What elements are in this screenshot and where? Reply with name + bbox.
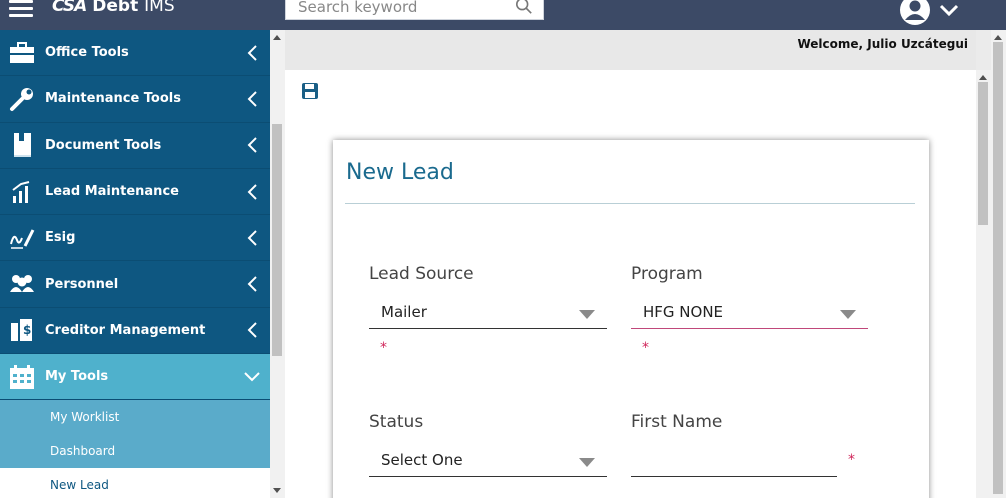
status-label: Status xyxy=(369,412,424,432)
title-divider xyxy=(345,203,915,204)
sidebar-item-esig[interactable]: Esig xyxy=(0,215,270,262)
scroll-up-icon[interactable] xyxy=(273,35,281,40)
logo-mark: CSA xyxy=(52,0,87,16)
sidebar-item-document-tools[interactable]: Document Tools xyxy=(0,123,270,169)
top-bar: CSA Debt IMS xyxy=(0,0,1006,30)
sidebar-subitem-my-worklist[interactable]: My Worklist xyxy=(0,400,270,435)
sidebar-item-label: Creditor Management xyxy=(45,322,206,338)
page-scrollbar[interactable] xyxy=(991,30,1006,498)
chart-icon xyxy=(9,179,35,205)
new-lead-card: New Lead Lead Source Mailer * Program HF… xyxy=(333,140,929,498)
sidebar-item-label: Esig xyxy=(45,230,76,246)
sidebar-item-label: My Tools xyxy=(45,369,109,385)
scrollbar-thumb[interactable] xyxy=(272,124,282,356)
scroll-up-icon[interactable] xyxy=(994,35,1002,40)
search-input[interactable] xyxy=(286,0,506,19)
status-select[interactable]: Select One xyxy=(369,444,607,477)
status-value: Select One xyxy=(381,451,463,469)
sidebar-item-office-tools[interactable]: Office Tools xyxy=(0,30,270,77)
save-icon[interactable] xyxy=(301,82,319,100)
sidebar-item-label: Office Tools xyxy=(45,45,129,61)
sidebar-item-personnel[interactable]: Personnel xyxy=(0,261,270,308)
sidebar-subitem-new-lead[interactable]: New Lead xyxy=(0,468,270,498)
dropdown-caret-icon xyxy=(579,310,595,319)
user-menu[interactable] xyxy=(899,0,961,26)
app-logo[interactable]: CSA Debt IMS xyxy=(52,0,175,16)
program-label: Program xyxy=(631,264,703,284)
page-title: New Lead xyxy=(346,160,454,185)
sidebar-item-label: Personnel xyxy=(45,276,119,292)
ledger-icon: $ xyxy=(9,317,35,343)
app-name: Debt xyxy=(92,0,139,16)
lead-source-select[interactable]: Mailer xyxy=(369,296,607,329)
program-select[interactable]: HFG NONE xyxy=(631,296,868,329)
required-marker: * xyxy=(848,452,855,468)
wrench-icon xyxy=(9,86,35,112)
welcome-text: Welcome, Julio Uzcátegui xyxy=(797,37,968,51)
search-box xyxy=(285,0,544,20)
program-value: HFG NONE xyxy=(643,303,724,321)
sidebar-item-lead-maintenance[interactable]: Lead Maintenance xyxy=(0,169,270,216)
sidebar-item-label: Lead Maintenance xyxy=(45,184,179,200)
chevron-down-icon xyxy=(939,4,959,17)
chevron-left-icon xyxy=(247,276,257,292)
scrollbar-thumb[interactable] xyxy=(993,42,1003,494)
chevron-left-icon xyxy=(247,91,257,107)
sidebar-item-my-tools[interactable]: My Tools xyxy=(0,354,270,401)
sidebar-item-label: Maintenance Tools xyxy=(45,91,181,107)
chevron-left-icon xyxy=(247,183,257,200)
user-avatar-icon xyxy=(900,0,930,25)
signature-icon xyxy=(9,225,35,251)
sidebar-scrollbar[interactable] xyxy=(270,30,285,498)
main-content: New Lead Lead Source Mailer * Program HF… xyxy=(285,70,976,498)
chevron-left-icon xyxy=(247,44,257,61)
lead-source-value: Mailer xyxy=(381,303,427,321)
sidebar: Office Tools Maintenance Tools Document … xyxy=(0,30,270,498)
first-name-field[interactable] xyxy=(631,444,837,477)
sidebar-item-creditor-management[interactable]: $ Creditor Management xyxy=(0,308,270,355)
first-name-label: First Name xyxy=(631,412,723,432)
welcome-bar: Welcome, Julio Uzcátegui xyxy=(285,30,976,70)
scroll-down-icon[interactable] xyxy=(273,488,281,493)
required-marker: * xyxy=(380,340,387,356)
chevron-left-icon xyxy=(247,137,257,153)
calendar-icon xyxy=(9,364,35,390)
briefcase-icon xyxy=(9,40,35,66)
search-icon[interactable] xyxy=(515,0,533,15)
svg-text:$: $ xyxy=(23,323,31,337)
required-marker: * xyxy=(642,340,649,356)
dropdown-caret-icon xyxy=(579,458,595,467)
chevron-down-icon xyxy=(244,372,260,382)
hamburger-menu-icon[interactable] xyxy=(9,0,33,17)
sidebar-subitem-dashboard[interactable]: Dashboard xyxy=(0,434,270,469)
sidebar-item-maintenance-tools[interactable]: Maintenance Tools xyxy=(0,76,270,123)
scroll-up-icon[interactable] xyxy=(979,75,987,80)
lead-source-label: Lead Source xyxy=(369,264,474,284)
chevron-left-icon xyxy=(247,322,257,339)
sidebar-item-label: Document Tools xyxy=(45,137,162,153)
users-icon xyxy=(9,271,35,297)
chevron-left-icon xyxy=(247,230,257,246)
scrollbar-thumb[interactable] xyxy=(978,82,988,225)
app-suffix: IMS xyxy=(144,0,175,16)
book-icon xyxy=(9,132,35,158)
dropdown-caret-icon xyxy=(840,310,856,319)
content-scrollbar[interactable] xyxy=(976,70,991,498)
